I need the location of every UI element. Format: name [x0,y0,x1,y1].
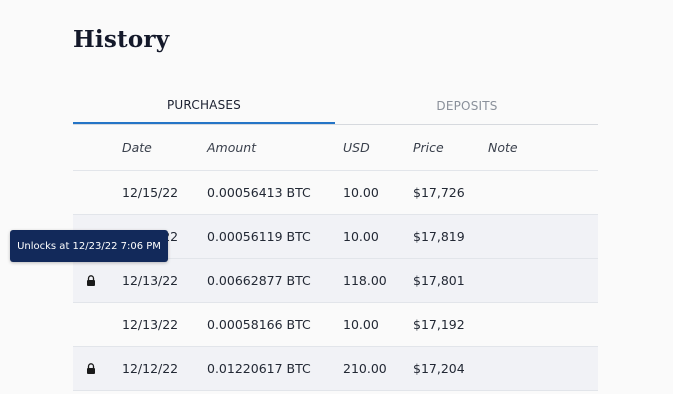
lock-icon[interactable] [83,259,99,302]
row-amount: 0.00056413 BTC [207,185,311,200]
page-title: History [73,26,170,53]
lock-icon[interactable] [83,347,99,390]
row-usd: 118.00 [343,273,387,288]
row-price: $17,192 [413,317,465,332]
row-amount: 0.00056119 BTC [207,229,311,244]
unlock-tooltip: Unlocks at 12/23/22 7:06 PM [10,230,168,262]
table-row[interactable]: 12/13/22 0.00058166 BTC 10.00 $17,192 [73,303,598,347]
row-usd: 10.00 [343,229,379,244]
row-amount: 0.01220617 BTC [207,361,311,376]
tab-purchases[interactable]: PURCHASES [73,88,335,124]
row-price: $17,819 [413,229,465,244]
column-header-note: Note [488,140,518,155]
row-date: 12/12/22 [122,361,179,376]
table-row[interactable]: 12/13/22 0.00662877 BTC 118.00 $17,801 [73,259,598,303]
column-header-usd: USD [343,140,370,155]
row-date: 12/15/22 [122,185,179,200]
tab-deposits[interactable]: DEPOSITS [336,88,598,123]
row-date: 12/13/22 [122,273,179,288]
row-usd: 10.00 [343,317,379,332]
column-header-price: Price [413,140,444,155]
row-usd: 10.00 [343,185,379,200]
column-header-amount: Amount [207,140,257,155]
column-header-date: Date [122,140,152,155]
row-date: 12/13/22 [122,317,179,332]
row-amount: 0.00662877 BTC [207,273,311,288]
row-price: $17,204 [413,361,465,376]
tab-bar: PURCHASES DEPOSITS [73,88,598,125]
row-amount: 0.00058166 BTC [207,317,311,332]
table-row[interactable]: 12/15/22 0.00056413 BTC 10.00 $17,726 [73,171,598,215]
table-header: Date Amount USD Price Note [73,125,598,171]
row-price: $17,726 [413,185,465,200]
row-price: $17,801 [413,273,465,288]
row-usd: 210.00 [343,361,387,376]
table-row[interactable]: 12/12/22 0.01220617 BTC 210.00 $17,204 [73,347,598,391]
